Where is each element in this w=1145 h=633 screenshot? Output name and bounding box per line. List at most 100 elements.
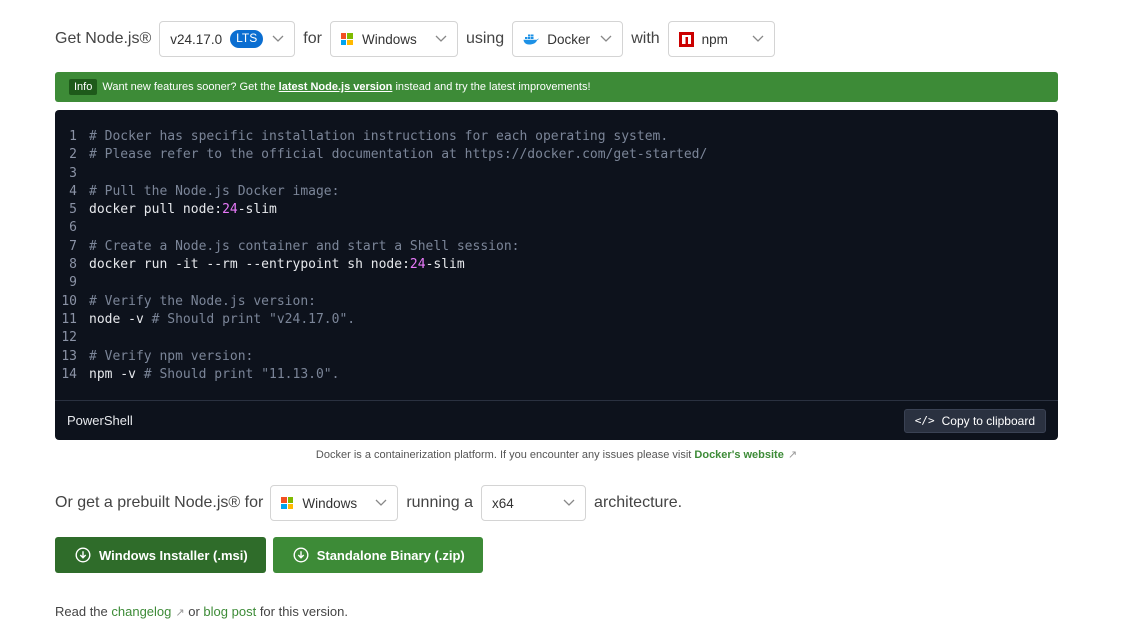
code-comment: # Create a Node.js container and start a… bbox=[89, 238, 520, 254]
info-banner: Info Want new features sooner? Get the l… bbox=[55, 72, 1058, 102]
code-footer: PowerShell </> Copy to clipboard bbox=[55, 400, 1058, 440]
download-icon bbox=[75, 547, 91, 563]
code-line: 7 # Create a Node.js container and start … bbox=[55, 238, 1058, 256]
code-line: 1 # Docker has specific installation inst… bbox=[55, 128, 1058, 146]
code-line: 6 bbox=[55, 219, 1058, 237]
code-code2: -slim bbox=[425, 257, 465, 273]
copy-label: Copy to clipboard bbox=[941, 413, 1035, 428]
using-label: using bbox=[465, 30, 505, 47]
windows-icon bbox=[281, 497, 294, 509]
docker-website-link[interactable]: Docker's website bbox=[694, 449, 783, 461]
chevron-down-icon bbox=[375, 499, 387, 506]
info-text-before: Want new features sooner? Get the bbox=[102, 81, 276, 93]
code-comment: # Please refer to the official documenta… bbox=[89, 147, 708, 163]
chevron-down-icon bbox=[600, 35, 612, 42]
architecture-suffix: architecture. bbox=[594, 494, 683, 511]
code-comment: # Verify npm version: bbox=[89, 348, 254, 364]
footer-or: or bbox=[188, 604, 200, 619]
prebuilt-os-select[interactable]: Windows bbox=[270, 485, 399, 521]
docker-note: Docker is a containerization platform. I… bbox=[0, 448, 1145, 461]
code-num: 24 bbox=[409, 257, 426, 273]
running-label: running a bbox=[406, 494, 474, 511]
code-language: PowerShell bbox=[67, 413, 133, 428]
code-line: 10 # Verify the Node.js version: bbox=[55, 293, 1058, 311]
line-number: 3 bbox=[69, 165, 77, 181]
prebuilt-os-value: Windows bbox=[302, 495, 358, 511]
version-select[interactable]: v24.17.0 LTS bbox=[159, 21, 296, 57]
changelog-link[interactable]: changelog bbox=[111, 604, 171, 619]
method-value: Docker bbox=[547, 31, 590, 47]
architecture-select[interactable]: x64 bbox=[481, 485, 587, 521]
code-comment: # Should print "11.13.0". bbox=[143, 366, 340, 382]
standalone-binary-button[interactable]: Standalone Binary (.zip) bbox=[272, 537, 483, 573]
code-line: 14 npm -v # Should print "11.13.0". bbox=[55, 366, 1058, 384]
download-icon bbox=[293, 547, 309, 563]
external-link-icon: ↗ bbox=[787, 449, 798, 461]
package-manager-select[interactable]: npm bbox=[667, 21, 775, 57]
docker-note-text: Docker is a containerization platform. I… bbox=[315, 449, 692, 461]
copy-to-clipboard-button[interactable]: </> Copy to clipboard bbox=[903, 408, 1046, 433]
code-line: 11 node -v # Should print "v24.17.0". bbox=[55, 311, 1058, 329]
line-number: 2 bbox=[69, 147, 77, 163]
chevron-down-icon bbox=[752, 35, 764, 42]
code-line: 2 # Please refer to the official document… bbox=[55, 146, 1058, 164]
windows-icon bbox=[340, 33, 353, 45]
latest-version-link[interactable]: latest Node.js version bbox=[279, 81, 393, 93]
lts-badge: LTS bbox=[230, 30, 264, 48]
chevron-down-icon bbox=[563, 499, 575, 506]
download-buttons: Windows Installer (.msi) Standalone Bina… bbox=[55, 537, 490, 573]
info-tag: Info bbox=[69, 79, 98, 95]
line-number: 6 bbox=[69, 220, 77, 236]
install-selector-row: Get Node.js® v24.17.0 LTS for Windows us… bbox=[55, 21, 775, 57]
windows-installer-button[interactable]: Windows Installer (.msi) bbox=[55, 537, 266, 573]
info-text-after: instead and try the latest improvements! bbox=[395, 81, 591, 93]
arch-value: x64 bbox=[492, 495, 514, 511]
code-icon: </> bbox=[914, 414, 935, 427]
code-code: docker run -it --rm --entrypoint sh node… bbox=[89, 257, 410, 273]
footer-tail: for this version. bbox=[259, 604, 348, 619]
os-value: Windows bbox=[361, 31, 417, 47]
line-number: 11 bbox=[61, 311, 77, 327]
docker-icon bbox=[523, 34, 539, 45]
line-number: 10 bbox=[61, 293, 77, 309]
line-number: 12 bbox=[61, 330, 77, 346]
prebuilt-prefix: Or get a prebuilt Node.js® for bbox=[55, 494, 264, 511]
code-comment: # Docker has specific installation instr… bbox=[89, 129, 669, 144]
chevron-down-icon bbox=[272, 35, 284, 42]
code-code: npm -v bbox=[89, 366, 144, 382]
code-line: 13 # Verify npm version: bbox=[55, 348, 1058, 366]
with-label: with bbox=[631, 30, 660, 47]
line-number: 13 bbox=[61, 348, 77, 364]
line-number: 4 bbox=[69, 183, 77, 199]
blog-post-link[interactable]: blog post bbox=[203, 604, 256, 619]
release-notes-line: Read the changelog ↗ or blog post for thi… bbox=[55, 604, 348, 619]
footer-read: Read the bbox=[55, 604, 108, 619]
install-method-select[interactable]: Docker bbox=[512, 21, 624, 57]
prebuilt-row: Or get a prebuilt Node.js® for Windows r… bbox=[55, 485, 682, 521]
get-nodejs-label: Get Node.js® bbox=[55, 30, 152, 47]
code-comment: # Verify the Node.js version: bbox=[89, 293, 316, 309]
binary-label: Standalone Binary (.zip) bbox=[316, 547, 465, 563]
line-number: 14 bbox=[61, 366, 77, 382]
external-link-icon: ↗ bbox=[175, 607, 185, 619]
code-line: 3 bbox=[55, 165, 1058, 183]
os-select[interactable]: Windows bbox=[329, 21, 458, 57]
code-code2: -slim bbox=[237, 202, 277, 218]
code-block: 1 # Docker has specific installation inst… bbox=[55, 110, 1058, 440]
pm-value: npm bbox=[701, 31, 728, 47]
npm-icon bbox=[678, 31, 694, 47]
code-line: 4 # Pull the Node.js Docker image: bbox=[55, 183, 1058, 201]
for-label: for bbox=[303, 30, 322, 47]
code-line: 9 bbox=[55, 274, 1058, 292]
code-code: node -v bbox=[89, 311, 152, 327]
code-comment: # Should print "v24.17.0". bbox=[151, 311, 356, 327]
line-number: 8 bbox=[69, 257, 77, 273]
line-number: 5 bbox=[69, 202, 77, 218]
code-line: 12 bbox=[55, 329, 1058, 347]
code-line: 8 docker run -it --rm --entrypoint sh nod… bbox=[55, 256, 1058, 274]
version-value: v24.17.0 bbox=[170, 31, 223, 47]
code-line: 5 docker pull node: 24 -slim bbox=[55, 201, 1058, 219]
code-code: docker pull node: bbox=[89, 202, 223, 218]
installer-label: Windows Installer (.msi) bbox=[99, 547, 248, 563]
line-number: 9 bbox=[69, 275, 77, 291]
